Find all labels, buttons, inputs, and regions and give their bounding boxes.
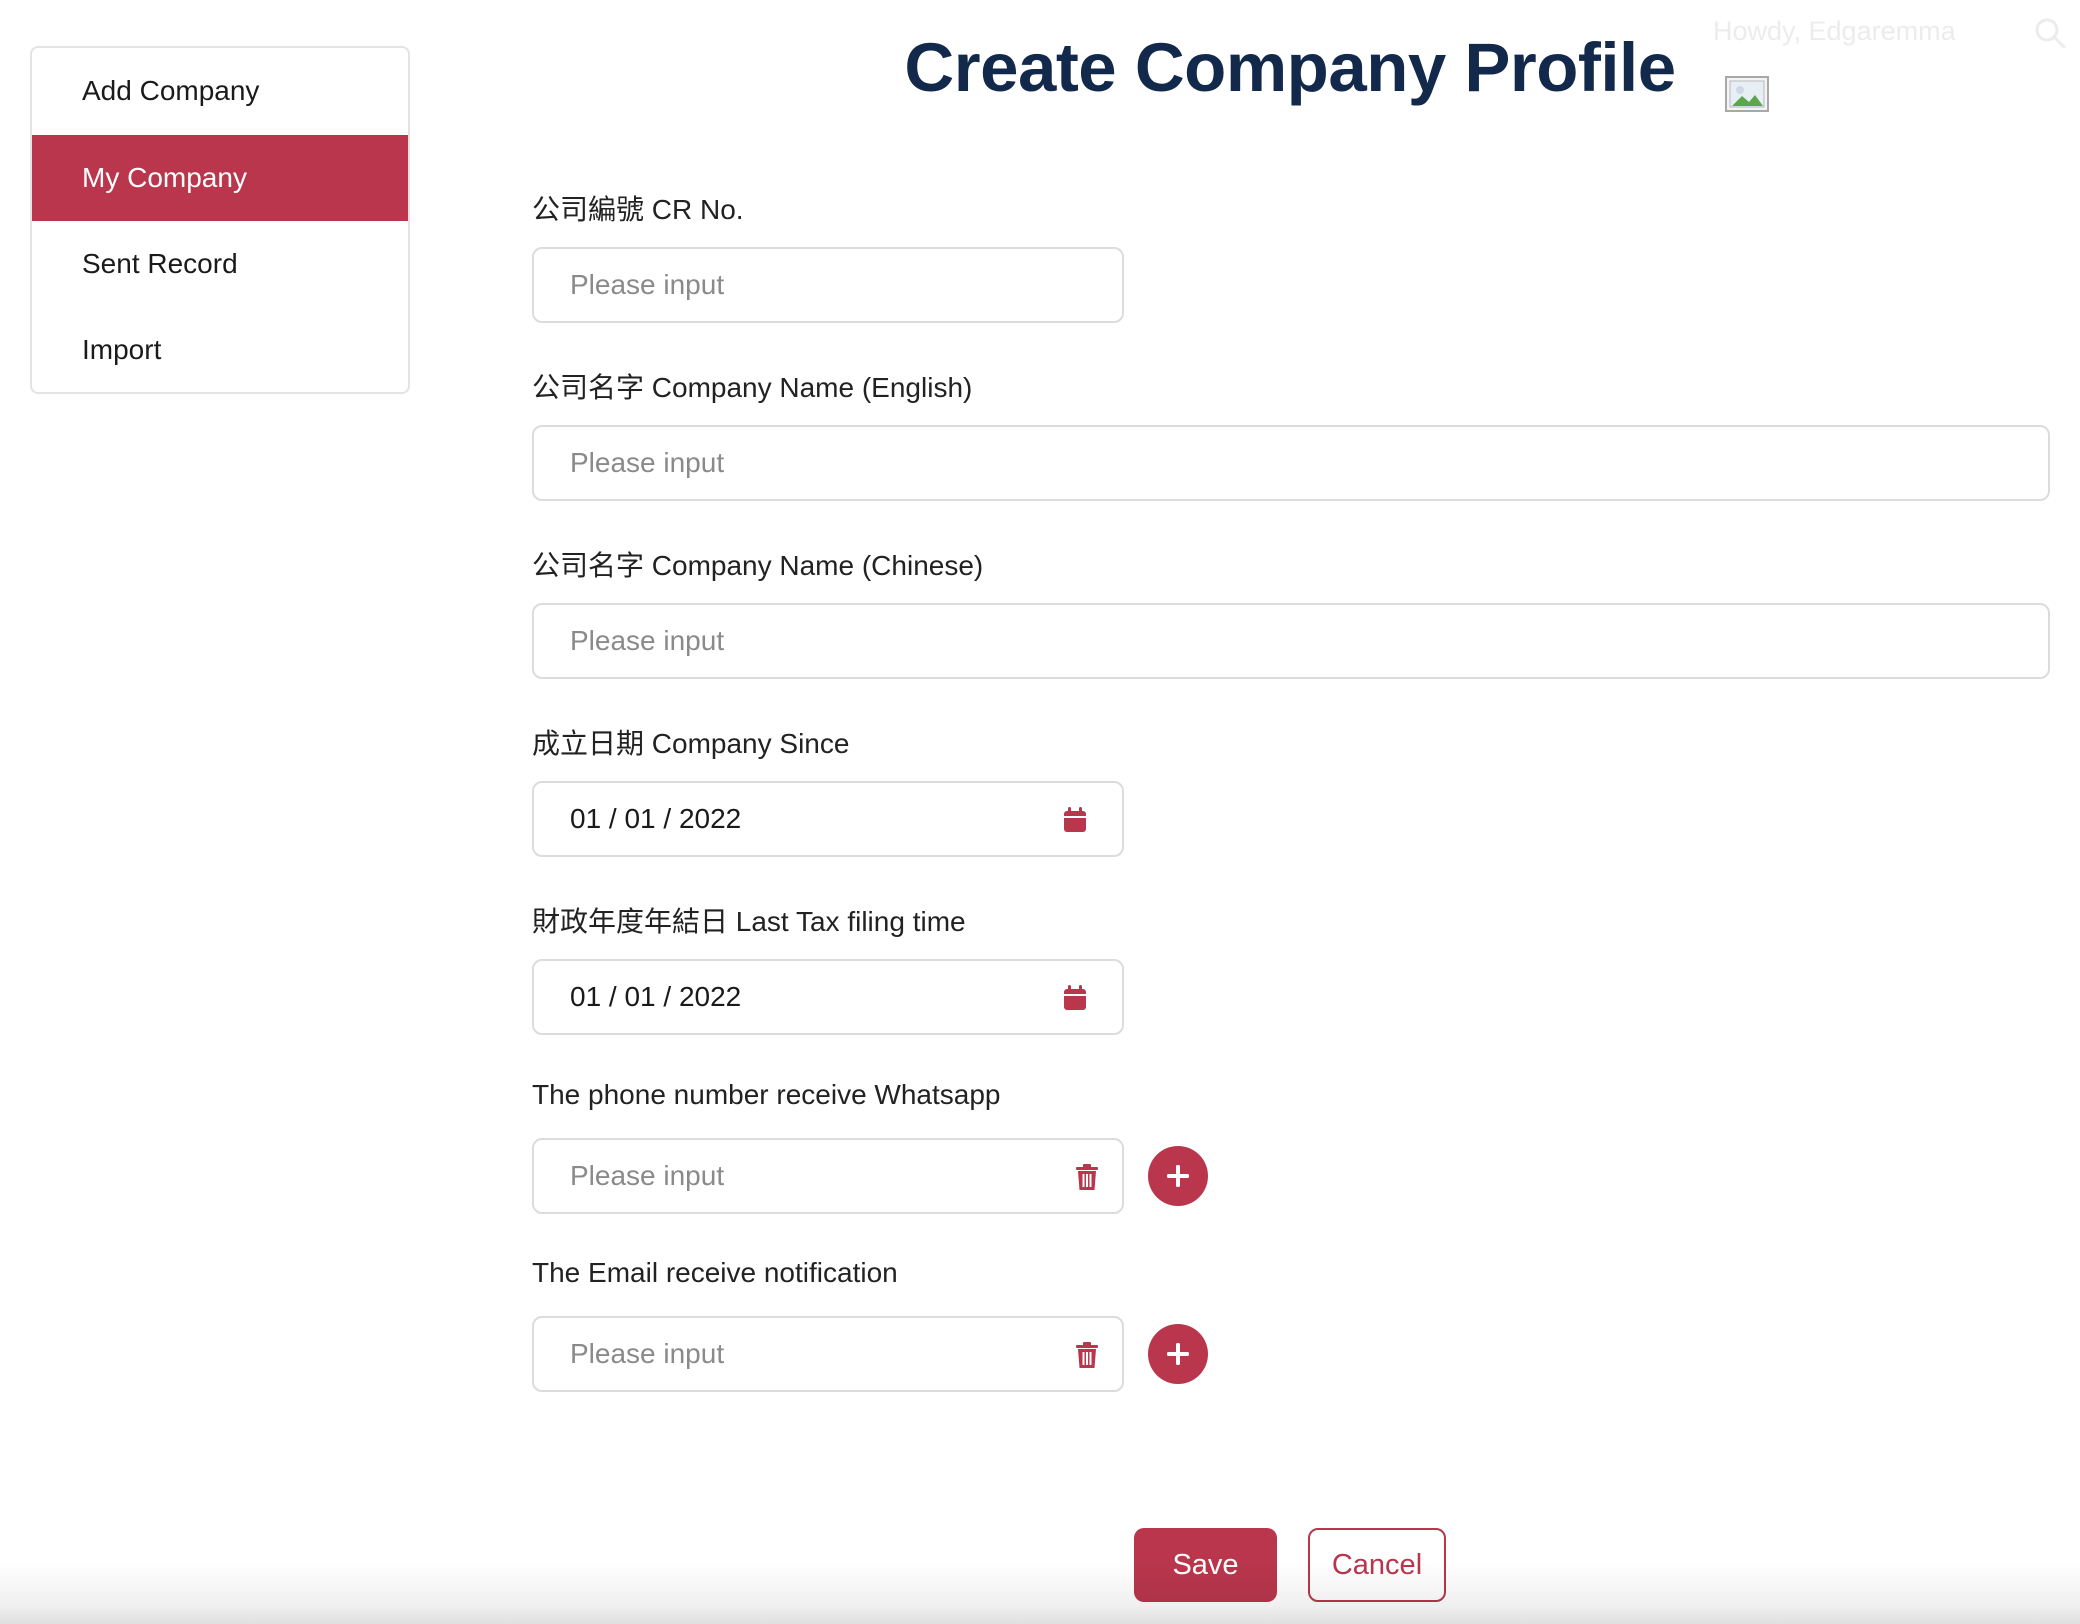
sidebar-item-my-company[interactable]: My Company bbox=[32, 135, 408, 221]
cancel-button[interactable]: Cancel bbox=[1308, 1528, 1446, 1602]
sidebar-menu: Add Company My Company Sent Record Impor… bbox=[30, 46, 410, 394]
company-name-zh-placeholder: Please input bbox=[570, 625, 725, 656]
email-notification-input[interactable]: Please input bbox=[532, 1316, 1124, 1392]
company-name-zh-input[interactable]: Please input bbox=[532, 603, 2050, 679]
trash-icon[interactable] bbox=[1072, 1162, 1102, 1192]
tax-filing-label: 財政年度年結日 Last Tax filing time bbox=[532, 906, 966, 937]
tax-filing-value: 01 / 01 / 2022 bbox=[570, 981, 742, 1012]
sidebar-item-add-company[interactable]: Add Company bbox=[32, 48, 408, 134]
email-notification-label: The Email receive notification bbox=[532, 1257, 898, 1288]
whatsapp-phone-label: The phone number receive Whatsapp bbox=[532, 1079, 1001, 1110]
search-icon[interactable] bbox=[2033, 16, 2067, 50]
calendar-icon[interactable] bbox=[1060, 805, 1090, 835]
bottom-window-shadow bbox=[0, 1560, 2080, 1624]
whatsapp-phone-input[interactable]: Please input bbox=[532, 1138, 1124, 1214]
cr-no-placeholder: Please input bbox=[570, 269, 725, 300]
company-since-label: 成立日期 Company Since bbox=[532, 728, 850, 759]
plus-icon bbox=[1167, 1165, 1189, 1187]
add-email-button[interactable] bbox=[1148, 1324, 1208, 1384]
company-since-value: 01 / 01 / 2022 bbox=[570, 803, 742, 834]
tax-filing-date-input[interactable]: 01 / 01 / 2022 bbox=[532, 959, 1124, 1035]
company-name-en-input[interactable]: Please input bbox=[532, 425, 2050, 501]
cr-no-input[interactable]: Please input bbox=[532, 247, 1124, 323]
sidebar-item-import[interactable]: Import bbox=[32, 307, 408, 392]
sidebar-item-sent-record[interactable]: Sent Record bbox=[32, 221, 408, 307]
whatsapp-phone-placeholder: Please input bbox=[570, 1160, 725, 1191]
trash-icon[interactable] bbox=[1072, 1340, 1102, 1370]
company-name-zh-label: 公司名字 Company Name (Chinese) bbox=[532, 550, 984, 581]
add-phone-button[interactable] bbox=[1148, 1146, 1208, 1206]
plus-icon bbox=[1167, 1343, 1189, 1365]
company-since-date-input[interactable]: 01 / 01 / 2022 bbox=[532, 781, 1124, 857]
email-notification-placeholder: Please input bbox=[570, 1338, 725, 1369]
save-button[interactable]: Save bbox=[1134, 1528, 1277, 1602]
cr-no-label: 公司編號 CR No. bbox=[532, 194, 744, 225]
page-title: Create Company Profile bbox=[904, 29, 1676, 106]
company-name-en-label: 公司名字 Company Name (English) bbox=[532, 372, 973, 403]
calendar-icon[interactable] bbox=[1060, 983, 1090, 1013]
company-name-en-placeholder: Please input bbox=[570, 447, 725, 478]
